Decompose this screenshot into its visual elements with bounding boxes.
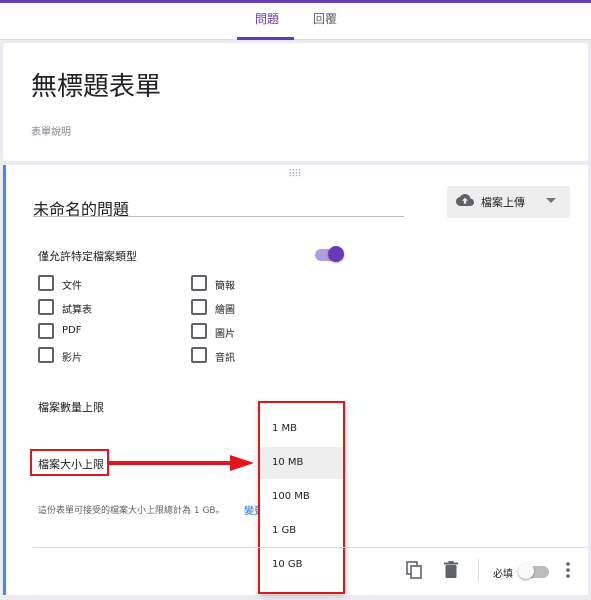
required-label: 必填: [493, 569, 513, 580]
checkbox-label-presentation: 簡報: [215, 281, 235, 292]
size-limit-note: 這份表單可接受的檔案大小上限總計為 1 GB。: [38, 506, 225, 516]
max-size-label: 檔案大小上限: [38, 458, 104, 471]
checkbox-video[interactable]: [38, 347, 54, 363]
checkbox-audio[interactable]: [191, 347, 207, 363]
required-toggle-thumb[interactable]: [518, 563, 534, 579]
checkbox-label-video: 影片: [62, 353, 82, 364]
checkbox-presentation[interactable]: [191, 275, 207, 291]
chevron-down-icon: [546, 198, 556, 203]
active-tab-indicator: [237, 37, 294, 40]
restrict-types-label: 僅允許特定檔案類型: [38, 250, 137, 263]
max-files-label: 檔案數量上限: [38, 401, 104, 414]
question-title-underline: [33, 216, 404, 217]
checkbox-drawing[interactable]: [191, 299, 207, 315]
checkbox-document[interactable]: [38, 275, 54, 291]
question-type-label: 檔案上傳: [481, 196, 525, 209]
tab-questions[interactable]: 問題: [255, 10, 279, 27]
form-description-field[interactable]: 表單說明: [31, 123, 71, 138]
top-tab-bar: [0, 0, 591, 40]
delete-icon[interactable]: [444, 561, 458, 578]
checkbox-spreadsheet[interactable]: [38, 299, 54, 315]
more-options-icon[interactable]: [566, 562, 570, 578]
drag-handle-icon[interactable]: ⠿⠿: [288, 169, 302, 180]
duplicate-icon[interactable]: [406, 561, 422, 579]
checkbox-image[interactable]: [191, 323, 207, 339]
checkbox-label-document: 文件: [62, 281, 82, 292]
checkbox-label-spreadsheet: 試算表: [62, 305, 92, 316]
cloud-upload-icon: [456, 194, 474, 206]
tab-responses[interactable]: 回覆: [313, 10, 337, 27]
checkbox-label-image: 圖片: [215, 329, 235, 340]
checkbox-pdf[interactable]: [38, 323, 54, 339]
restrict-types-toggle-thumb[interactable]: [328, 246, 344, 262]
annotation-arrow-head: [230, 455, 254, 471]
annotation-dropdown-highlight: [258, 401, 345, 594]
checkbox-label-drawing: 繪圖: [215, 305, 235, 316]
form-title[interactable]: 無標題表單: [31, 66, 161, 103]
annotation-arrow: [109, 461, 233, 465]
footer-separator: [478, 558, 479, 582]
checkbox-label-audio: 音訊: [215, 353, 235, 364]
checkbox-label-pdf: PDF: [62, 325, 82, 336]
question-footer-divider: [33, 547, 588, 548]
